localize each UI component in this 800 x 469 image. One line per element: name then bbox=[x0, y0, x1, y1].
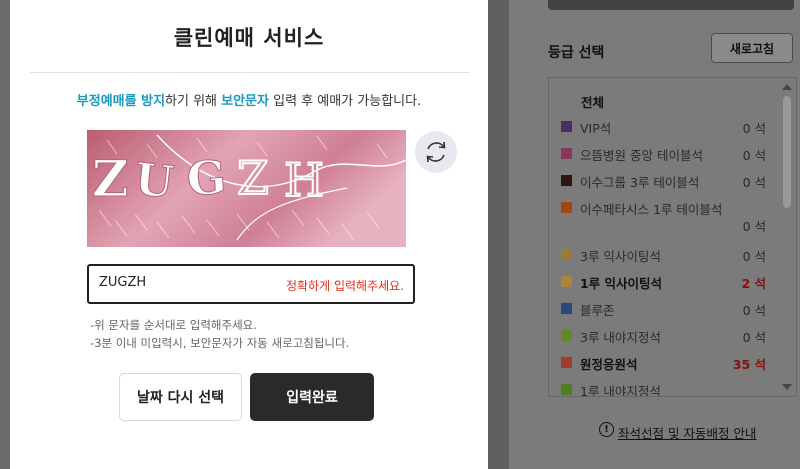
svg-text:H: H bbox=[284, 153, 324, 207]
grade-name: 으뜸병원 중앙 테이블석 bbox=[580, 148, 703, 163]
grade-row[interactable]: 블루존 0 석 bbox=[561, 300, 766, 320]
grade-row[interactable]: 원정응원석 35 석 bbox=[561, 354, 766, 374]
seat-guide-label: 좌석선점 및 자동배정 안내 bbox=[618, 426, 757, 441]
svg-text:G: G bbox=[185, 150, 228, 207]
scroll-up-arrow[interactable] bbox=[782, 84, 792, 90]
grade-name: 3루 내야지정석 bbox=[580, 330, 661, 345]
grade-count: 2 석 bbox=[741, 276, 766, 291]
grade-color-swatch bbox=[561, 330, 572, 341]
top-bar bbox=[548, 0, 794, 10]
modal-title: 클린예매 서비스 bbox=[173, 26, 325, 50]
guide-line: -3분 이내 미입력시, 보안문자가 자동 새로고침됩니다. bbox=[90, 336, 350, 350]
grade-name: 이수페타시스 1루 테이블석 bbox=[580, 202, 723, 217]
notice-text: 부정예매를 방지하기 위해 보안문자 입력 후 예매가 가능합니다. bbox=[10, 90, 488, 109]
grade-count: 35 석 bbox=[732, 357, 766, 372]
grade-list-scrollbar[interactable] bbox=[782, 84, 792, 390]
captcha-refresh-button[interactable] bbox=[415, 131, 457, 173]
grade-name: 이수그룹 3루 테이블석 bbox=[580, 175, 700, 190]
grade-name: 1루 익사이팅석 bbox=[580, 276, 663, 291]
grade-name: 3루 익사이팅석 bbox=[580, 249, 661, 264]
svg-text:Z: Z bbox=[237, 151, 269, 205]
notice-text-part: 하기 위해 bbox=[165, 94, 222, 109]
info-icon: ! bbox=[599, 422, 614, 437]
grade-color-swatch bbox=[561, 202, 572, 213]
grade-color-swatch bbox=[561, 175, 572, 186]
svg-text:Z: Z bbox=[92, 149, 129, 208]
grade-row[interactable]: 이수그룹 3루 테이블석 0 석 bbox=[561, 172, 766, 192]
dimmed-overlay bbox=[0, 0, 10, 469]
grade-color-swatch bbox=[561, 249, 572, 260]
grade-count: 0 석 bbox=[742, 148, 766, 163]
captcha-image: Z U G Z H bbox=[87, 130, 406, 247]
divider bbox=[30, 72, 470, 73]
submit-captcha-button[interactable]: 입력완료 bbox=[250, 373, 374, 421]
grade-color-swatch bbox=[561, 357, 572, 368]
grade-count: 0 석 bbox=[742, 175, 766, 190]
refresh-icon bbox=[415, 141, 457, 176]
grade-list: 전체 VIP석 0 석 으뜸병원 중앙 테이블석 0 석 이수그룹 3루 테이블… bbox=[548, 77, 797, 397]
guide-line: -위 문자를 순서대로 입력해주세요. bbox=[90, 318, 257, 332]
grade-count: 0 석 bbox=[742, 219, 766, 234]
grade-count: 0 석 bbox=[742, 303, 766, 318]
grade-color-swatch bbox=[561, 303, 572, 314]
captcha-input-box[interactable]: 정확하게 입력해주세요. bbox=[87, 264, 415, 304]
notice-highlight-fraud: 부정예매를 방지 bbox=[76, 94, 166, 109]
grade-name: VIP석 bbox=[580, 121, 612, 136]
grade-count: 0 석 bbox=[742, 330, 766, 345]
grade-row[interactable]: 1루 내야지정석 bbox=[561, 381, 766, 397]
grade-name: 1루 내야지정석 bbox=[580, 384, 661, 397]
grade-count: 0 석 bbox=[742, 249, 766, 264]
grade-name: 블루존 bbox=[580, 303, 615, 318]
grade-row[interactable]: VIP석 0 석 bbox=[561, 118, 766, 138]
grade-title: 등급 선택 bbox=[548, 45, 605, 61]
grade-row[interactable]: 3루 익사이팅석 0 석 bbox=[561, 246, 766, 266]
notice-text-part: 입력 후 예매가 가능합니다. bbox=[268, 94, 422, 109]
scroll-down-arrow[interactable] bbox=[782, 384, 792, 390]
grade-row[interactable]: 3루 내야지정석 0 석 bbox=[561, 327, 766, 347]
scroll-thumb[interactable] bbox=[783, 96, 791, 208]
grade-name: 원정응원석 bbox=[580, 357, 638, 372]
input-hint: 정확하게 입력해주세요. bbox=[285, 279, 404, 293]
grade-color-swatch bbox=[561, 121, 572, 132]
grade-color-swatch bbox=[561, 384, 572, 395]
grade-color-swatch bbox=[561, 276, 572, 287]
seat-guide-link[interactable]: ! 좌석선점 및 자동배정 안내 bbox=[599, 422, 757, 442]
notice-highlight-captcha: 보안문자 bbox=[221, 94, 269, 109]
grade-row[interactable]: 1루 익사이팅석 2 석 bbox=[561, 273, 766, 293]
svg-text:U: U bbox=[132, 154, 175, 209]
grade-row[interactable]: 이수페타시스 1루 테이블석 0 석 bbox=[561, 199, 766, 234]
grade-count: 0 석 bbox=[742, 121, 766, 136]
grade-panel: 등급 선택 새로고침 전체 VIP석 0 석 으뜸병원 중앙 테이블석 0 석 … bbox=[509, 0, 800, 469]
grade-row[interactable]: 으뜸병원 중앙 테이블석 0 석 bbox=[561, 145, 766, 165]
grade-refresh-button[interactable]: 새로고침 bbox=[711, 33, 793, 63]
grade-all[interactable]: 전체 bbox=[581, 92, 604, 111]
captcha-modal: 클린예매 서비스 부정예매를 방지하기 위해 보안문자 입력 후 예매가 가능합… bbox=[10, 0, 488, 469]
reselect-date-button[interactable]: 날짜 다시 선택 bbox=[119, 373, 242, 421]
guide-text: -위 문자를 순서대로 입력해주세요. -3분 이내 미입력시, 보안문자가 자… bbox=[90, 316, 349, 352]
grade-color-swatch bbox=[561, 148, 572, 159]
captcha-input[interactable] bbox=[99, 275, 239, 290]
